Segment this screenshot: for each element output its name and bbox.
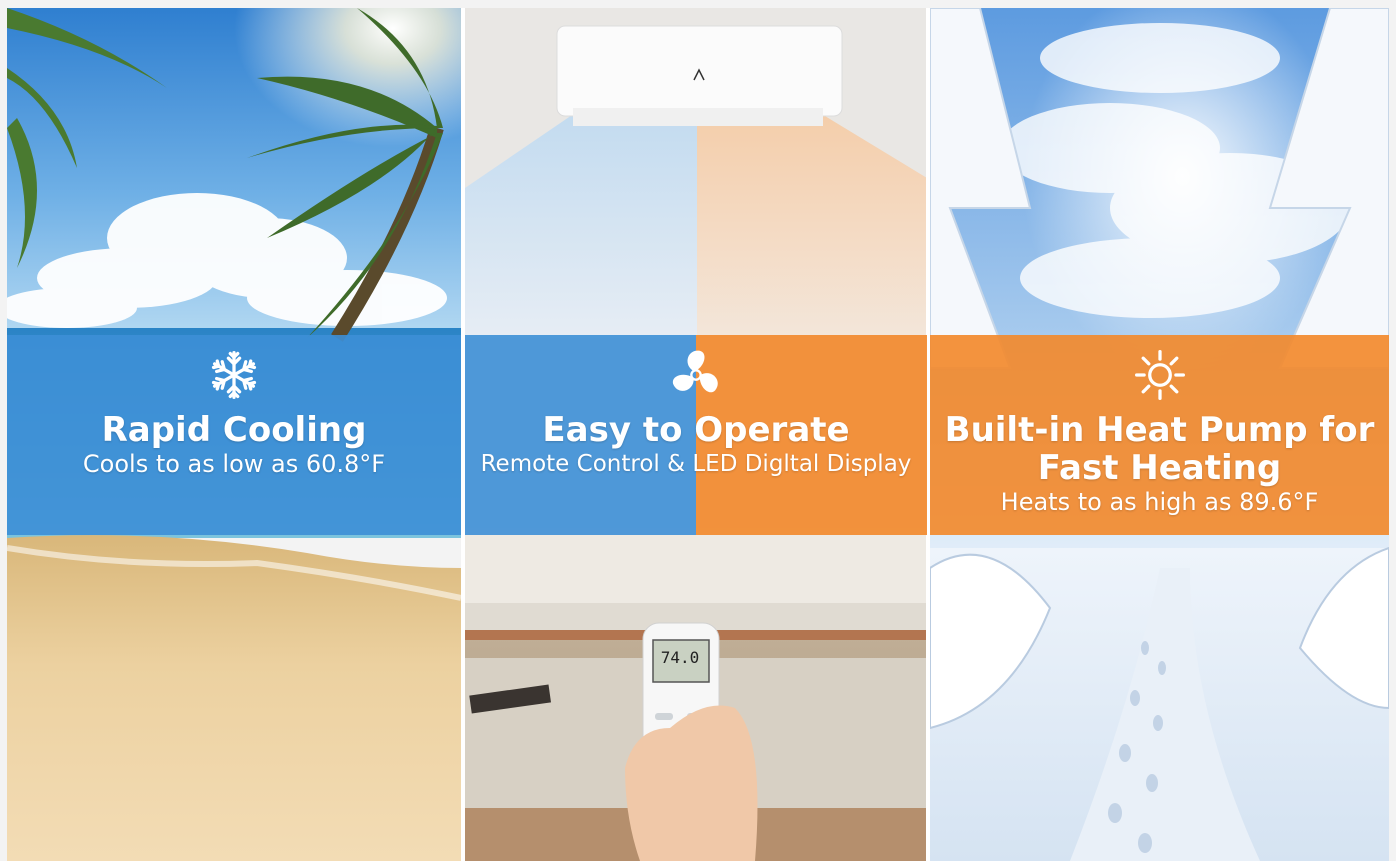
operate-subtitle: Remote Control & LED Digltal Display — [480, 451, 912, 477]
remote-display-readout: 74.0 — [660, 648, 700, 667]
operate-title: Easy to Operate — [542, 410, 850, 450]
fan-icon — [672, 350, 718, 393]
feature-banner: 74.0 Rapid Cooling Cools to as low as 60… — [7, 8, 1389, 861]
heating-title-line1: Built-in Heat Pump for — [944, 410, 1375, 450]
operate-caption: Easy to Operate Remote Control & LED Dig… — [465, 335, 927, 535]
heating-subtitle: Heats to as high as 89.6°F — [1000, 488, 1319, 516]
cooling-caption: Rapid Cooling Cools to as low as 60.8°F — [7, 335, 461, 535]
heating-title-line2: Fast Heating — [1037, 448, 1282, 488]
cooling-subtitle: Cools to as low as 60.8°F — [82, 450, 386, 478]
cooling-title: Rapid Cooling — [101, 410, 367, 450]
snowflake-icon — [210, 350, 258, 400]
heating-caption: Built-in Heat Pump for Fast Heating Heat… — [930, 335, 1389, 535]
sun-icon — [1134, 350, 1185, 400]
